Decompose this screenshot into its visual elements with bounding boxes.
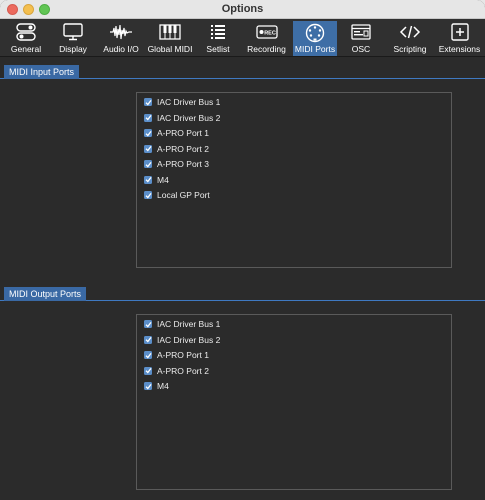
midi-input-port-list[interactable]: IAC Driver Bus 1 IAC Driver Bus 2 A-PRO … [136, 92, 452, 268]
midi-output-section-header: MIDI Output Ports [0, 287, 485, 301]
input-port-label: Local GP Port [157, 190, 210, 200]
tab-display[interactable]: Display [50, 21, 96, 56]
output-port-label: IAC Driver Bus 1 [157, 319, 221, 329]
title-bar: Options [0, 0, 485, 19]
checkmark-icon [145, 99, 152, 105]
checkmark-icon [145, 337, 152, 343]
input-port-item[interactable]: A-PRO Port 2 [144, 143, 209, 155]
input-port-checkbox[interactable] [144, 175, 152, 184]
input-port-checkbox[interactable] [144, 144, 152, 153]
checkmark-icon [145, 161, 152, 167]
output-port-label: A-PRO Port 1 [157, 350, 209, 360]
tab-audio-io-label: Audio I/O [103, 44, 139, 54]
tab-extensions[interactable]: Extensions [436, 21, 483, 56]
output-port-checkbox[interactable] [144, 335, 152, 344]
list-icon [211, 25, 225, 39]
rec-badge-text: REC [264, 31, 276, 37]
tab-scripting-label: Scripting [393, 44, 427, 54]
input-port-label: IAC Driver Bus 2 [157, 112, 221, 123]
tab-recording-label: Recording [247, 44, 286, 54]
output-port-label: M4 [157, 381, 169, 391]
midi-output-section-title: MIDI Output Ports [4, 287, 87, 301]
input-port-checkbox[interactable] [144, 191, 152, 199]
output-port-checkbox[interactable] [144, 366, 152, 375]
midi-connector-icon [305, 23, 325, 43]
tab-global-midi-label: Global MIDI [147, 44, 193, 54]
input-port-checkbox[interactable] [144, 160, 152, 168]
checkmark-icon [145, 130, 152, 136]
output-port-item[interactable]: IAC Driver Bus 2 [144, 334, 220, 346]
output-port-label: A-PRO Port 2 [157, 365, 209, 376]
tab-audio-io[interactable]: Audio I/O [97, 21, 145, 56]
checkmark-icon [145, 368, 152, 374]
tab-setlist-label: Setlist [206, 44, 230, 54]
tab-display-label: Display [59, 44, 87, 54]
midi-input-section-header: MIDI Input Ports [0, 65, 485, 79]
window-title: Options [221, 3, 264, 15]
checkmark-icon [145, 321, 152, 327]
output-port-item[interactable]: IAC Driver Bus 1 [144, 318, 220, 330]
input-port-item[interactable]: A-PRO Port 1 [144, 127, 209, 139]
tab-setlist[interactable]: Setlist [196, 21, 240, 56]
monitor-icon [63, 23, 83, 41]
input-port-label: A-PRO Port 1 [157, 128, 209, 138]
input-port-item[interactable]: IAC Driver Bus 1 [144, 96, 220, 108]
options-toolbar: General Display Audio I/O Global MIDI Se… [0, 19, 485, 57]
tab-global-midi[interactable]: Global MIDI [145, 21, 195, 56]
piano-keys-icon [159, 24, 181, 40]
checkmark-icon [145, 352, 152, 358]
code-brackets-icon [399, 25, 421, 39]
rec-icon: REC [255, 25, 278, 39]
osc-window-icon [351, 24, 371, 40]
input-port-item[interactable]: IAC Driver Bus 2 [144, 112, 220, 124]
input-port-label: M4 [157, 174, 169, 185]
input-port-checkbox[interactable] [144, 113, 152, 122]
output-port-checkbox[interactable] [144, 382, 152, 390]
tab-midi-ports-label: MIDI Ports [294, 44, 336, 54]
input-port-checkbox[interactable] [144, 98, 152, 106]
tab-scripting[interactable]: Scripting [386, 21, 434, 56]
output-port-item[interactable]: A-PRO Port 2 [144, 365, 209, 377]
tab-recording[interactable]: REC Recording [241, 21, 292, 56]
tab-general-label: General [10, 44, 42, 54]
input-port-item[interactable]: Local GP Port [144, 189, 210, 201]
plus-box-icon [450, 23, 469, 41]
tab-midi-ports[interactable]: MIDI Ports [293, 21, 337, 56]
waveform-icon [110, 24, 132, 40]
output-port-item[interactable]: M4 [144, 380, 169, 392]
options-window: Options General Display Audio I/O Global… [0, 0, 485, 500]
midi-output-port-list[interactable]: IAC Driver Bus 1 IAC Driver Bus 2 A-PRO … [136, 314, 452, 490]
checkmark-icon [145, 146, 152, 152]
input-port-label: A-PRO Port 3 [157, 159, 209, 169]
checkmark-icon [145, 192, 152, 198]
input-port-item[interactable]: A-PRO Port 3 [144, 158, 209, 170]
input-port-checkbox[interactable] [144, 129, 152, 137]
output-port-item[interactable]: A-PRO Port 1 [144, 349, 209, 361]
output-port-checkbox[interactable] [144, 320, 152, 328]
checkmark-icon [145, 383, 152, 389]
input-port-label: IAC Driver Bus 1 [157, 97, 221, 107]
output-port-checkbox[interactable] [144, 351, 152, 359]
input-port-item[interactable]: M4 [144, 174, 169, 186]
tab-extensions-label: Extensions [438, 44, 481, 54]
toggle-switches-icon [16, 23, 36, 41]
checkmark-icon [145, 115, 152, 121]
checkmark-icon [145, 177, 152, 183]
output-port-label: IAC Driver Bus 2 [157, 334, 221, 345]
midi-input-section-title: MIDI Input Ports [4, 65, 80, 79]
tab-osc[interactable]: OSC [338, 21, 384, 56]
tab-general[interactable]: General [2, 21, 50, 56]
tab-osc-label: OSC [351, 44, 371, 54]
input-port-label: A-PRO Port 2 [157, 143, 209, 154]
